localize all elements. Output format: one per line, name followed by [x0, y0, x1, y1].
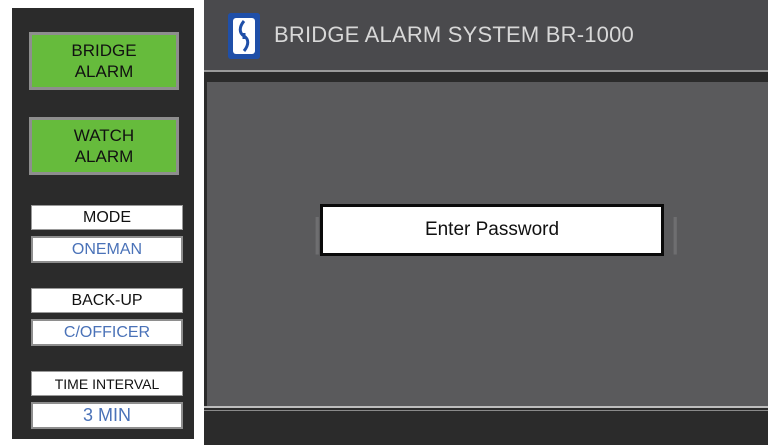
backup-label: BACK-UP: [31, 288, 183, 313]
background-glyph-right: |: [670, 211, 681, 255]
password-prompt-label: Enter Password: [424, 219, 560, 240]
time-interval-label: TIME INTERVAL: [31, 371, 183, 396]
footer-divider: [204, 406, 768, 408]
password-prompt[interactable]: Enter Password: [320, 204, 664, 256]
header-divider: [204, 70, 768, 72]
sidebar: BRIDGE ALARM WATCH ALARM MODE ONEMAN BAC…: [12, 8, 194, 439]
footer-divider-inner: [204, 410, 768, 411]
bridge-alarm-button[interactable]: BRIDGE ALARM: [29, 32, 179, 90]
app-title: BRIDGE ALARM SYSTEM BR-1000: [274, 22, 634, 47]
main-area: BRIDGE ALARM SYSTEM BR-1000 | | Enter Pa…: [204, 0, 768, 445]
mode-value[interactable]: ONEMAN: [31, 236, 183, 263]
propeller-logo-icon: [228, 13, 260, 59]
watch-alarm-button[interactable]: WATCH ALARM: [29, 117, 179, 175]
bridge-alarm-label: BRIDGE ALARM: [71, 41, 137, 81]
app-window: BRIDGE ALARM WATCH ALARM MODE ONEMAN BAC…: [0, 0, 768, 445]
header-bar: BRIDGE ALARM SYSTEM BR-1000: [204, 0, 768, 70]
time-interval-value[interactable]: 3 MIN: [31, 402, 183, 429]
backup-value[interactable]: C/OFFICER: [31, 319, 183, 346]
mode-label: MODE: [31, 205, 183, 230]
watch-alarm-label: WATCH ALARM: [73, 126, 135, 166]
